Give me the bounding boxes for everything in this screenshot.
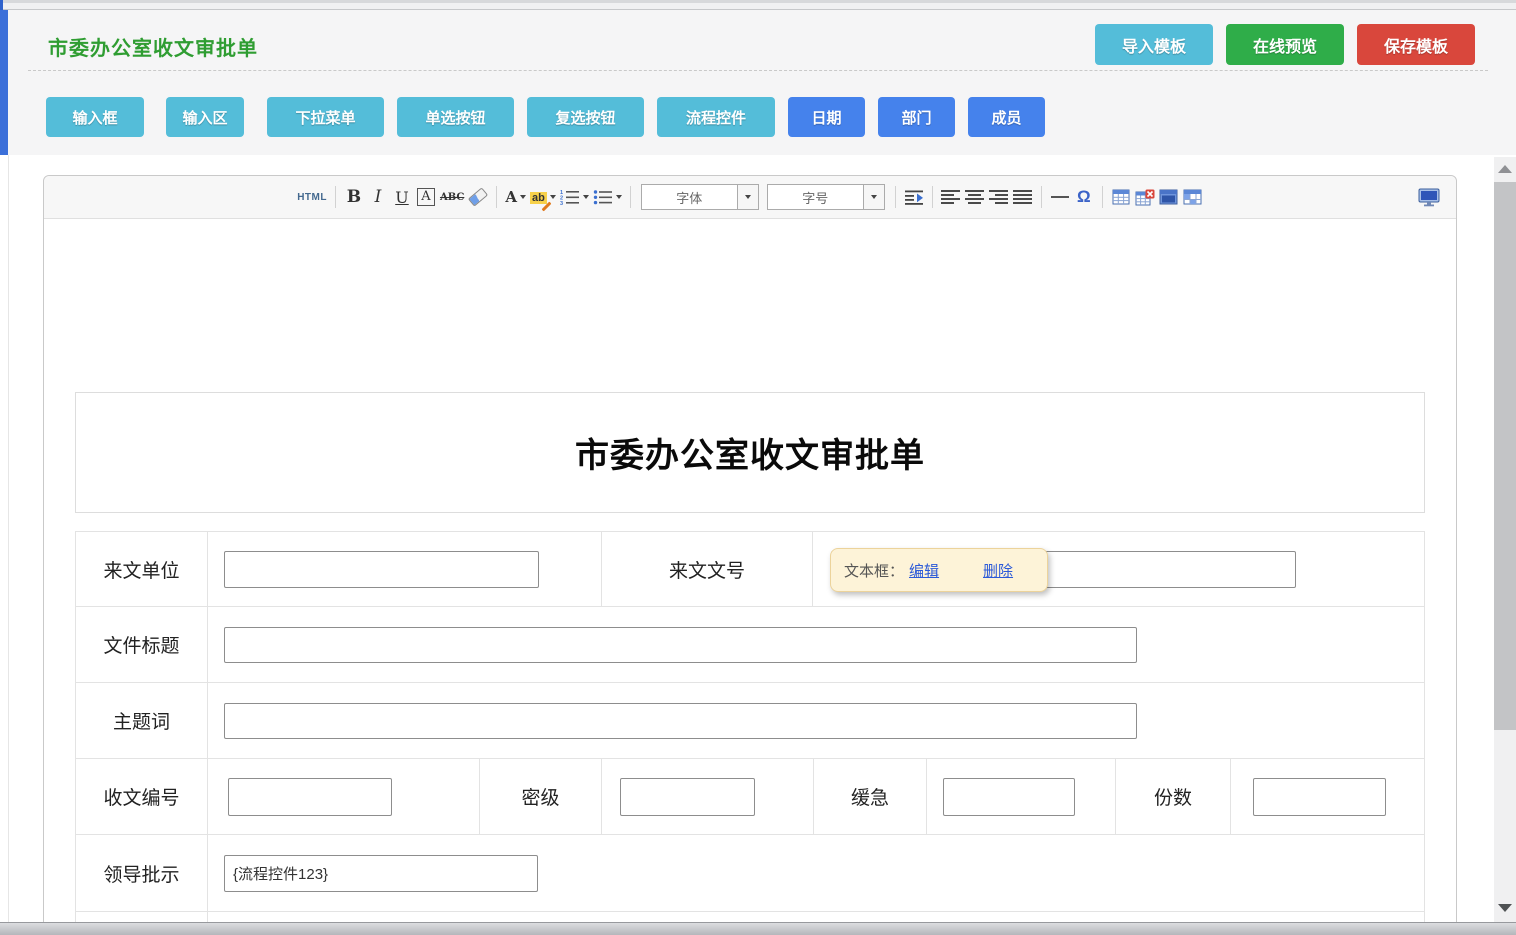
insert-table-icon[interactable] bbox=[1109, 184, 1133, 210]
secrecy-level-input[interactable] bbox=[620, 778, 755, 816]
table-row: 文件标题 bbox=[76, 607, 1424, 683]
online-preview-button[interactable]: 在线预览 bbox=[1226, 24, 1344, 65]
field-label-keywords: 主题词 bbox=[76, 683, 208, 758]
bottom-window-edge bbox=[0, 922, 1516, 935]
chevron-down-icon[interactable] bbox=[737, 185, 758, 209]
document-title-box[interactable]: 市委办公室收文审批单 bbox=[75, 392, 1425, 513]
field-label-incoming-unit: 来文单位 bbox=[76, 532, 208, 606]
cell-properties-icon[interactable] bbox=[1181, 184, 1205, 210]
ordered-list-icon[interactable]: 123 bbox=[558, 184, 591, 210]
font-frame-icon[interactable]: A bbox=[417, 188, 434, 206]
vertical-scrollbar[interactable] bbox=[1494, 157, 1516, 922]
delete-table-icon[interactable] bbox=[1133, 184, 1157, 210]
align-right-icon[interactable] bbox=[987, 184, 1011, 210]
align-center-icon[interactable] bbox=[963, 184, 987, 210]
align-left-icon[interactable] bbox=[939, 184, 963, 210]
fullscreen-monitor-icon[interactable] bbox=[1416, 184, 1442, 210]
add-textarea-button[interactable]: 输入区 bbox=[166, 97, 244, 137]
editor-canvas[interactable]: 市委办公室收文审批单 来文单位 来文文号 文件标题 bbox=[44, 219, 1456, 935]
special-character-icon[interactable]: Ω bbox=[1072, 184, 1096, 210]
incoming-unit-input[interactable] bbox=[224, 551, 539, 588]
table-row: 主题词 bbox=[76, 683, 1424, 759]
template-actions: 导入模板 在线预览 保存模板 bbox=[1095, 24, 1475, 65]
import-template-button[interactable]: 导入模板 bbox=[1095, 24, 1213, 65]
urgency-input[interactable] bbox=[943, 778, 1075, 816]
file-title-input[interactable] bbox=[224, 627, 1137, 663]
font-size-select[interactable]: 字号 bbox=[767, 184, 885, 210]
html-source-icon[interactable]: HTML bbox=[295, 184, 329, 210]
table-row: 领导批示 bbox=[76, 835, 1424, 912]
field-label-secrecy-level: 密级 bbox=[480, 759, 602, 834]
content-left-border bbox=[8, 155, 9, 922]
scrollbar-thumb[interactable] bbox=[1494, 182, 1516, 730]
save-template-button[interactable]: 保存模板 bbox=[1357, 24, 1475, 65]
window-top-chrome bbox=[0, 0, 1516, 10]
field-label-receipt-number: 收文编号 bbox=[76, 759, 208, 834]
add-checkbox-button[interactable]: 复选按钮 bbox=[527, 97, 644, 137]
table-row: 来文单位 来文文号 bbox=[76, 532, 1424, 607]
chevron-down-icon[interactable] bbox=[863, 185, 884, 209]
highlight-color-icon[interactable]: ab bbox=[528, 184, 558, 210]
field-label-leader-instructions: 领导批示 bbox=[76, 835, 208, 911]
horizontal-rule-icon[interactable] bbox=[1048, 184, 1072, 210]
add-input-box-button[interactable]: 输入框 bbox=[46, 97, 144, 137]
align-justify-icon[interactable] bbox=[1011, 184, 1035, 210]
document-title: 市委办公室收文审批单 bbox=[575, 428, 925, 477]
editor-toolbar: HTML B I U A ABC A ab 123 字体 字号 bbox=[44, 176, 1456, 219]
form-builder-header: 市委办公室收文审批单 导入模板 在线预览 保存模板 输入框 输入区 下拉菜单 单… bbox=[8, 10, 1516, 155]
table-row: 收文编号 密级 缓急 份数 bbox=[76, 759, 1424, 835]
widget-action-tooltip: 文本框： 编辑 删除 bbox=[830, 548, 1048, 592]
top-chrome-accent bbox=[0, 0, 3, 10]
left-sidebar-strip bbox=[0, 10, 8, 155]
field-label-document-number: 来文文号 bbox=[602, 532, 813, 606]
font-family-select[interactable]: 字体 bbox=[641, 184, 759, 210]
font-color-icon[interactable]: A bbox=[503, 184, 528, 210]
strikethrough-icon[interactable]: ABC bbox=[438, 184, 466, 210]
unordered-list-icon[interactable] bbox=[591, 184, 624, 210]
svg-text:3: 3 bbox=[560, 201, 563, 205]
copies-input[interactable] bbox=[1253, 778, 1386, 816]
page-title: 市委办公室收文审批单 bbox=[48, 32, 258, 61]
add-member-button[interactable]: 成员 bbox=[968, 97, 1045, 137]
underline-icon[interactable]: U bbox=[390, 184, 414, 210]
indent-icon[interactable] bbox=[902, 184, 926, 210]
field-label-file-title: 文件标题 bbox=[76, 607, 208, 682]
field-label-urgency: 缓急 bbox=[814, 759, 927, 834]
italic-icon[interactable]: I bbox=[366, 184, 390, 210]
add-dropdown-button[interactable]: 下拉菜单 bbox=[267, 97, 384, 137]
header-divider bbox=[28, 70, 1488, 71]
add-flow-control-button[interactable]: 流程控件 bbox=[657, 97, 775, 137]
rich-text-editor: HTML B I U A ABC A ab 123 字体 字号 bbox=[43, 175, 1457, 935]
field-label-copies: 份数 bbox=[1116, 759, 1231, 834]
add-date-button[interactable]: 日期 bbox=[788, 97, 865, 137]
delete-widget-link[interactable]: 删除 bbox=[983, 560, 1013, 581]
scroll-down-arrow-icon[interactable] bbox=[1498, 904, 1512, 912]
receipt-number-input[interactable] bbox=[228, 778, 392, 816]
remove-format-eraser-icon[interactable] bbox=[466, 184, 490, 210]
approval-form-table: 来文单位 来文文号 文件标题 主题词 bbox=[75, 531, 1425, 935]
keywords-input[interactable] bbox=[224, 703, 1137, 739]
add-department-button[interactable]: 部门 bbox=[878, 97, 955, 137]
tooltip-label: 文本框： bbox=[844, 560, 904, 581]
bold-icon[interactable]: B bbox=[342, 184, 366, 210]
table-properties-icon[interactable] bbox=[1157, 184, 1181, 210]
leader-instructions-flow-control-input[interactable] bbox=[224, 855, 538, 892]
add-radio-button[interactable]: 单选按钮 bbox=[397, 97, 514, 137]
edit-widget-link[interactable]: 编辑 bbox=[909, 560, 939, 581]
scroll-up-arrow-icon[interactable] bbox=[1498, 165, 1512, 173]
widget-buttons: 输入框 输入区 下拉菜单 单选按钮 复选按钮 流程控件 日期 部门 成员 bbox=[46, 97, 1045, 137]
